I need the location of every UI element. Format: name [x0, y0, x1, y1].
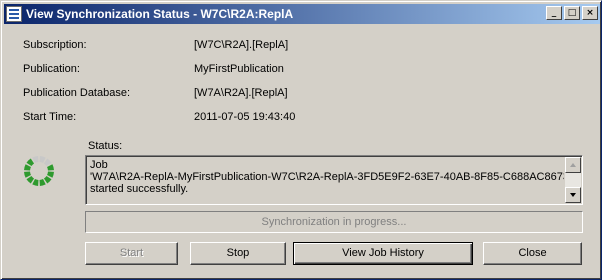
window-title: View Synchronization Status - W7C\R2A:Re… [26, 7, 294, 21]
close-button[interactable]: Close [483, 242, 582, 265]
app-icon [6, 6, 22, 22]
spinner-segment [47, 164, 54, 171]
spinner-segment [26, 175, 35, 184]
scroll-down-arrow-icon[interactable] [565, 187, 581, 203]
minimize-button[interactable]: _ [546, 6, 562, 20]
view-job-history-button[interactable]: View Job History [293, 242, 473, 265]
publication-database-value: [W7A\R2A].[ReplA] [194, 87, 288, 99]
maximize-button[interactable]: □ [564, 6, 580, 20]
start-button[interactable]: Start [85, 242, 178, 265]
spinner-segment [26, 158, 35, 167]
publication-label: Publication: [23, 63, 80, 75]
spinner-segment [24, 171, 31, 178]
close-window-button[interactable]: × [582, 6, 598, 20]
window-controls: _ □ × [544, 6, 598, 20]
title-bar[interactable]: View Synchronization Status - W7C\R2A:Re… [4, 4, 600, 24]
status-textbox[interactable]: Job 'W7A\R2A-ReplA-MyFirstPublication-W7… [85, 155, 583, 205]
status-text: Job 'W7A\R2A-ReplA-MyFirstPublication-W7… [90, 159, 564, 195]
scroll-up-arrow-icon[interactable] [565, 157, 581, 173]
spinner-segment [47, 171, 54, 178]
spinner-segment [32, 179, 39, 186]
start-time-label: Start Time: [23, 111, 77, 123]
spinner-segment [43, 175, 52, 184]
subscription-value: [W7C\R2A].[ReplA] [194, 39, 289, 51]
spinner-segment [24, 164, 31, 171]
stop-button[interactable]: Stop [190, 242, 286, 265]
publication-value: MyFirstPublication [194, 63, 284, 75]
spinner-segment [43, 158, 52, 167]
status-label: Status: [88, 140, 123, 152]
status-scrollbar[interactable] [565, 157, 581, 203]
start-time-value: 2011-07-05 19:43:40 [194, 111, 296, 123]
publication-database-label: Publication Database: [23, 87, 131, 99]
dialog-window: View Synchronization Status - W7C\R2A:Re… [0, 0, 602, 280]
spinner-segment [39, 179, 46, 186]
spinner-segment [39, 156, 46, 163]
subscription-label: Subscription: [23, 39, 87, 51]
synchronization-progress: Synchronization in progress... [85, 211, 583, 233]
spinner-segment [32, 156, 39, 163]
progress-spinner-icon [24, 156, 54, 186]
